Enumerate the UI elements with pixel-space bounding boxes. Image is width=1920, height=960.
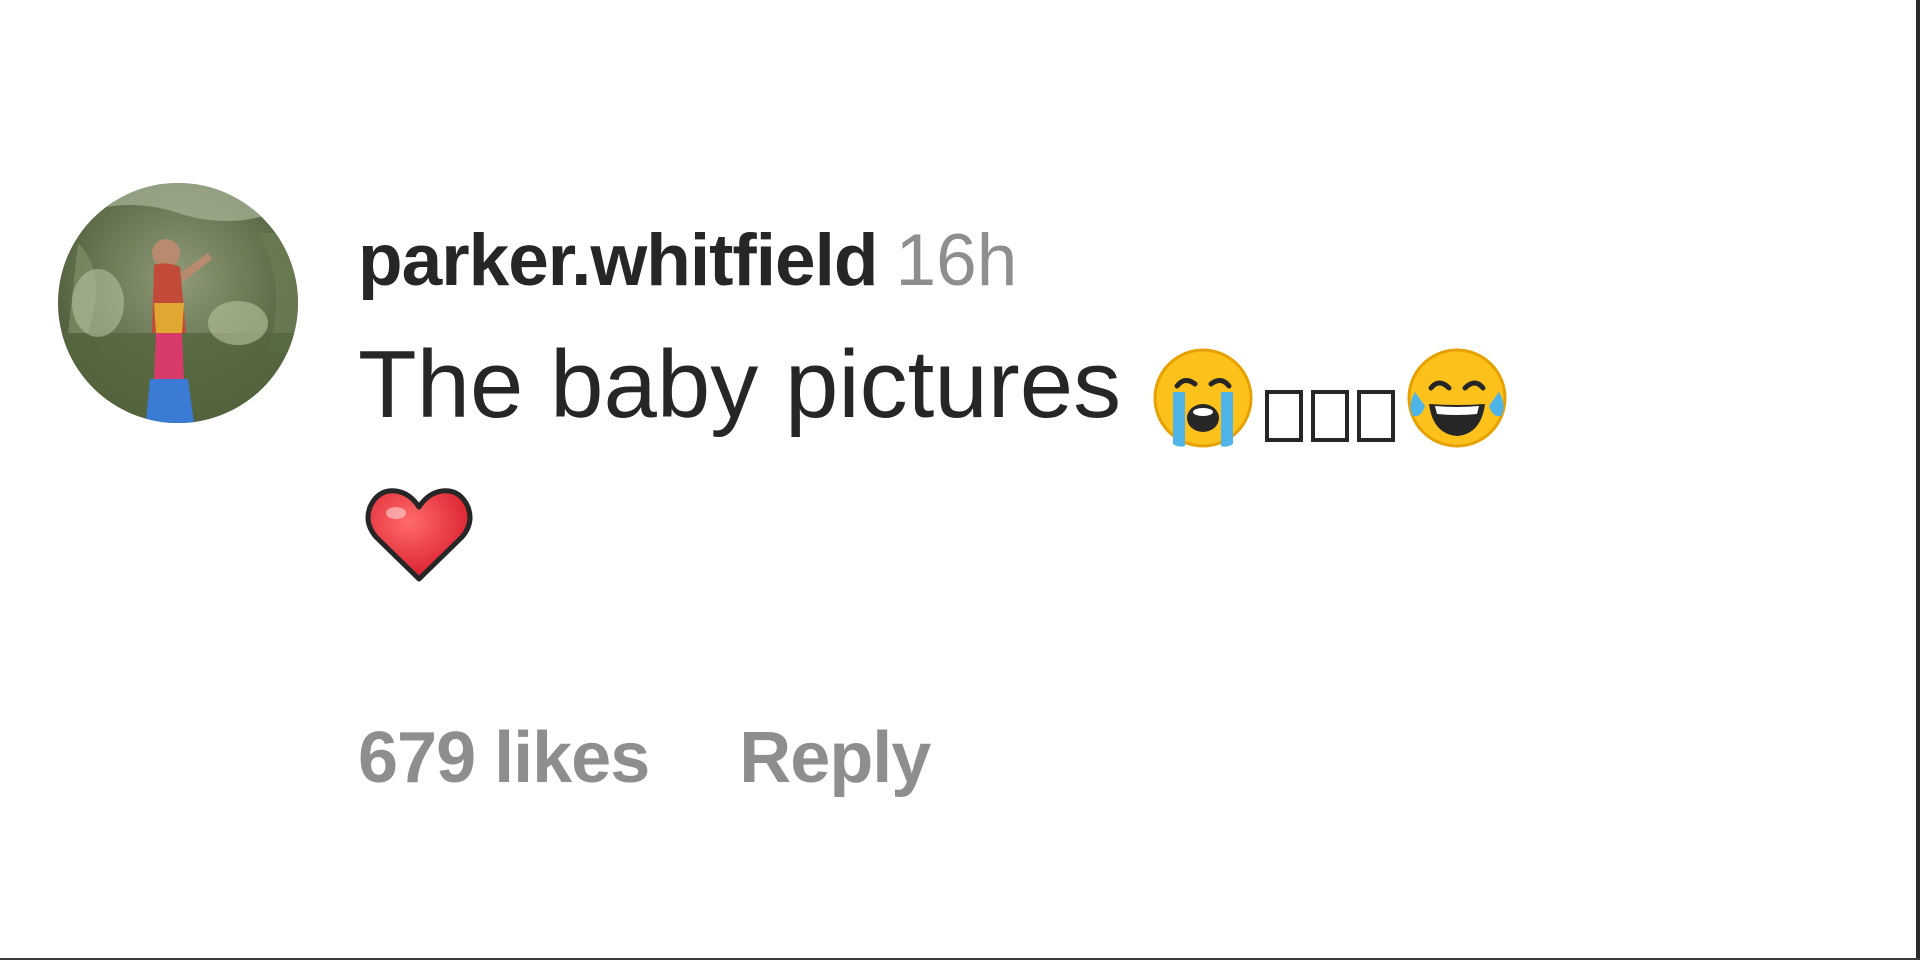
- comment-header: parker.whitfield 16h: [358, 216, 1017, 306]
- likes-count[interactable]: 679 likes: [358, 718, 650, 798]
- unrendered-glyph-icon: [1265, 390, 1304, 443]
- loudly-crying-face-icon: [1151, 346, 1255, 473]
- avatar-image: [58, 183, 298, 423]
- comment-text-line: The baby pictures: [358, 330, 1509, 473]
- reply-button[interactable]: Reply: [739, 718, 931, 798]
- unrendered-glyph-icon: [1311, 390, 1350, 443]
- frame-edge: [1916, 0, 1920, 960]
- timestamp: 16h: [895, 220, 1018, 301]
- red-heart-icon: [364, 485, 474, 590]
- emoji-group: [1151, 346, 1509, 473]
- comment-actions: 679 likes Reply: [358, 713, 931, 803]
- unrendered-glyphs: [1261, 355, 1399, 465]
- unrendered-glyph-icon: [1357, 390, 1396, 443]
- avatar[interactable]: [58, 183, 298, 423]
- username[interactable]: parker.whitfield: [358, 220, 878, 301]
- face-with-tears-of-joy-icon: [1405, 346, 1509, 473]
- comment-text: The baby pictures: [358, 331, 1122, 438]
